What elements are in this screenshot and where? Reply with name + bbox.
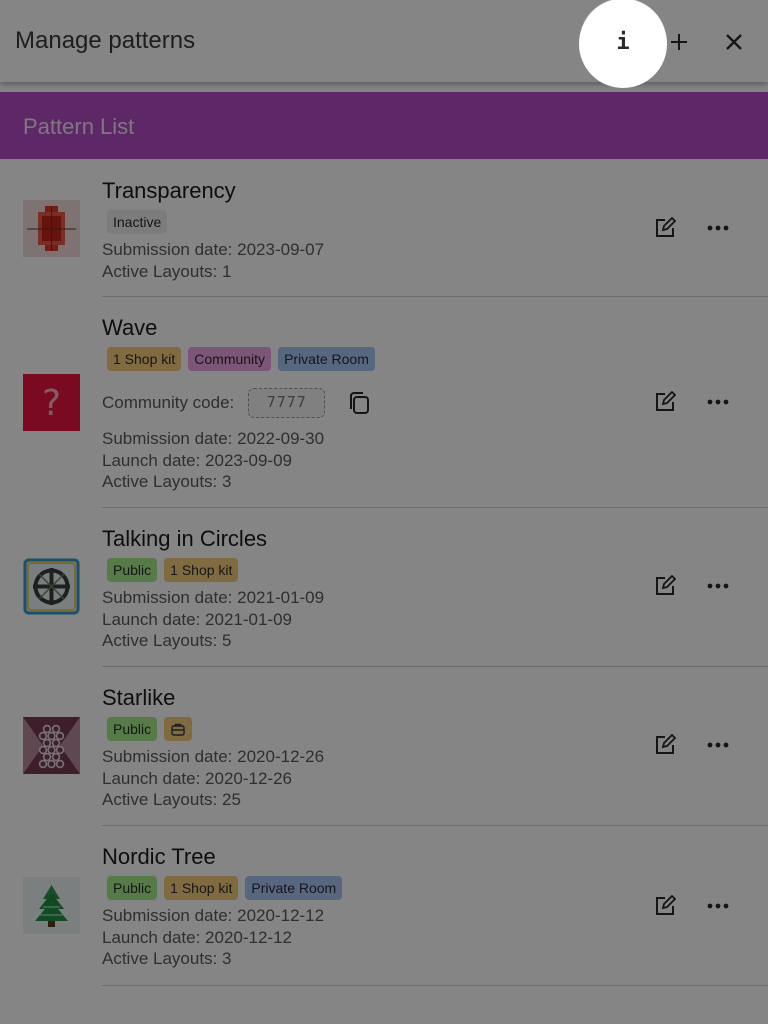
tutorial-overlay[interactable] xyxy=(0,0,768,1024)
info-icon: i xyxy=(616,29,630,55)
info-button-highlighted[interactable]: i xyxy=(595,14,651,70)
